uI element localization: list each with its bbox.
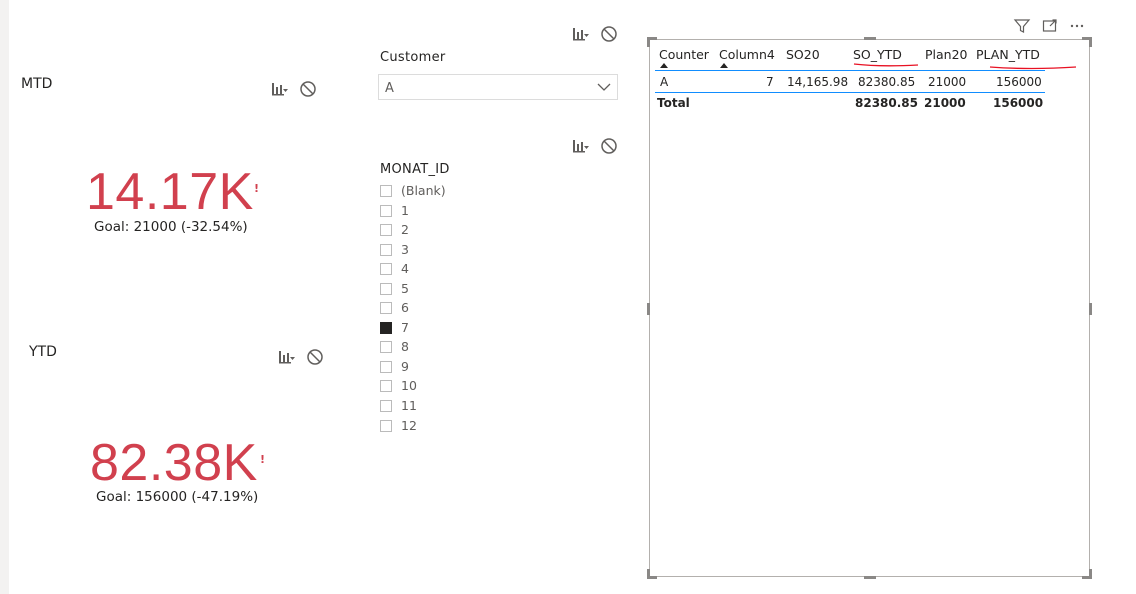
resize-handle[interactable] <box>647 569 650 579</box>
cell-column4: 7 <box>766 75 774 89</box>
monat-item-10[interactable]: 10 <box>380 376 417 395</box>
monat-slicer-title: MONAT_ID <box>380 162 450 177</box>
mtd-goal: Goal: 21000 (-32.54%) <box>94 219 248 235</box>
monat-item-6[interactable]: 6 <box>380 298 409 317</box>
cell-so20: 14,165.98 <box>787 75 849 89</box>
analytics-icon[interactable] <box>277 347 297 367</box>
customer-slicer-title: Customer <box>380 50 446 65</box>
annotation-underline <box>853 63 1077 70</box>
analytics-icon[interactable] <box>571 136 591 156</box>
checkbox[interactable] <box>380 301 392 314</box>
cell-so-ytd: 82380.85 <box>858 75 916 89</box>
monat-item-2[interactable]: 2 <box>380 220 409 239</box>
resize-handle[interactable] <box>1089 37 1092 47</box>
no-filter-icon[interactable] <box>599 136 619 156</box>
monat-item-label: 11 <box>401 398 417 413</box>
checkbox[interactable] <box>380 379 392 392</box>
checkbox[interactable] <box>380 204 392 217</box>
monat-item-11[interactable]: 11 <box>380 396 417 415</box>
monat-item-label: 3 <box>401 242 409 257</box>
customer-dropdown-value: A <box>385 81 394 96</box>
column-header-counter[interactable]: Counter <box>659 47 709 62</box>
no-filter-icon[interactable] <box>305 347 325 367</box>
monat-item-label: 2 <box>401 222 409 237</box>
monat-item-3[interactable]: 3 <box>380 240 409 259</box>
checkbox[interactable] <box>380 262 392 275</box>
monat-item-7[interactable]: 7 <box>380 318 409 337</box>
resize-handle[interactable] <box>1089 303 1092 315</box>
cell-plan-ytd: 156000 <box>996 75 1042 89</box>
ytd-value: 82.38K <box>90 434 258 492</box>
chevron-down-icon <box>596 79 612 95</box>
focus-mode-icon[interactable] <box>1041 17 1059 35</box>
resize-handle[interactable] <box>1089 569 1092 579</box>
monat-item-label: 6 <box>401 300 409 315</box>
column-header-column4[interactable]: Column4 <box>719 47 775 62</box>
monat-item-label: 10 <box>401 378 417 393</box>
monat-item-8[interactable]: 8 <box>380 337 409 356</box>
header-divider <box>655 70 1045 71</box>
monat-item-label: 7 <box>401 320 409 335</box>
cell-plan20: 21000 <box>928 75 967 89</box>
total-label: Total <box>657 96 690 110</box>
resize-handle[interactable] <box>647 37 650 47</box>
analytics-icon[interactable] <box>571 24 591 44</box>
canvas-left-edge <box>0 0 9 594</box>
monat-item-label: 9 <box>401 359 409 374</box>
no-filter-icon[interactable] <box>298 79 318 99</box>
resize-handle[interactable] <box>864 37 876 40</box>
total-divider <box>655 92 1045 93</box>
monat-item-blank[interactable]: (Blank) <box>380 181 446 200</box>
monat-item-12[interactable]: 12 <box>380 416 417 435</box>
checkbox[interactable] <box>380 419 392 432</box>
checkbox[interactable] <box>380 184 392 197</box>
ytd-alert-icon: ! <box>260 453 266 466</box>
checkbox[interactable] <box>380 340 392 353</box>
mtd-title: MTD <box>21 76 53 92</box>
monat-item-9[interactable]: 9 <box>380 357 409 376</box>
monat-item-1[interactable]: 1 <box>380 201 409 220</box>
total-so-ytd: 82380.85 <box>855 96 919 110</box>
checkbox[interactable] <box>380 360 392 373</box>
checkbox[interactable] <box>380 243 392 256</box>
resize-handle[interactable] <box>864 576 876 579</box>
resize-handle[interactable] <box>647 303 650 315</box>
monat-item-5[interactable]: 5 <box>380 279 409 298</box>
total-plan20: 21000 <box>924 96 966 110</box>
monat-item-label: 8 <box>401 339 409 354</box>
monat-item-4[interactable]: 4 <box>380 259 409 278</box>
ytd-title: YTD <box>29 344 57 360</box>
more-options-icon[interactable] <box>1068 17 1086 35</box>
cell-counter: A <box>660 75 669 89</box>
checkbox[interactable] <box>380 399 392 412</box>
monat-item-label: 1 <box>401 203 409 218</box>
total-plan-ytd: 156000 <box>993 96 1044 110</box>
table-visual[interactable] <box>649 39 1090 577</box>
column-header-so20[interactable]: SO20 <box>786 47 820 62</box>
mtd-alert-icon: ! <box>254 182 260 195</box>
customer-dropdown[interactable]: A <box>378 74 618 100</box>
ytd-goal: Goal: 156000 (-47.19%) <box>96 489 259 505</box>
checkbox[interactable] <box>380 282 392 295</box>
sort-ascending-icon <box>720 63 728 68</box>
sort-ascending-icon <box>660 63 668 68</box>
mtd-value: 14.17K <box>86 163 254 221</box>
no-filter-icon[interactable] <box>599 24 619 44</box>
monat-item-label: 5 <box>401 281 409 296</box>
checkbox[interactable] <box>380 223 392 236</box>
filter-icon[interactable] <box>1013 17 1031 35</box>
checkbox-checked[interactable] <box>380 321 392 334</box>
monat-item-label: (Blank) <box>401 183 446 198</box>
analytics-icon[interactable] <box>270 79 290 99</box>
monat-item-label: 12 <box>401 418 417 433</box>
monat-item-label: 4 <box>401 261 409 276</box>
